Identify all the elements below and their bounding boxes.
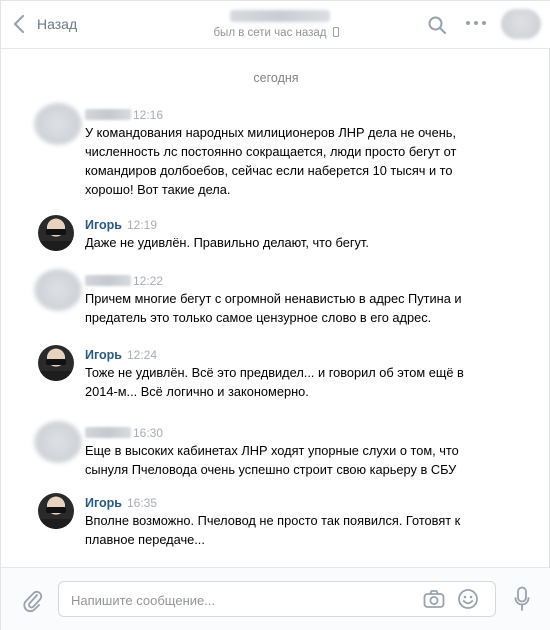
avatar-redacted[interactable] — [34, 421, 82, 463]
message-author[interactable]: Игорь — [85, 496, 122, 510]
message-time[interactable]: 16:35 — [127, 496, 157, 510]
author-name-redacted[interactable] — [85, 427, 131, 438]
avatar[interactable] — [38, 215, 74, 251]
message-input[interactable] — [71, 590, 401, 610]
message-history[interactable]: сегодня 12:16 У командования народных ми… — [1, 49, 550, 567]
peer-avatar[interactable] — [501, 9, 541, 39]
message-text: Вполне возможно. Пчеловод не просто так … — [85, 513, 461, 547]
chat-header: Назад был в сети час назад — [1, 1, 550, 49]
peer-status: был в сети час назад — [1, 27, 550, 39]
date-separator: сегодня — [253, 71, 299, 85]
message-text: У командования народных милиционеров ЛНР… — [85, 125, 457, 197]
message-author[interactable]: Игорь — [85, 348, 122, 362]
avatar[interactable] — [38, 345, 74, 381]
message-time[interactable]: 12:16 — [133, 108, 163, 122]
mobile-phone-icon — [332, 27, 339, 37]
peer-name-redacted[interactable] — [230, 10, 330, 22]
message-text: Тоже не удивлён. Всё это предвидел... и … — [85, 365, 464, 399]
avatar-redacted[interactable] — [34, 269, 82, 311]
smile-icon[interactable] — [457, 588, 479, 610]
peer-status-text: был в сети час назад — [213, 27, 327, 39]
author-name-redacted[interactable] — [85, 109, 131, 120]
message-input-box[interactable] — [58, 581, 496, 617]
message-time[interactable]: 16:30 — [133, 426, 163, 440]
message-time[interactable]: 12:19 — [127, 218, 157, 232]
message-composer — [1, 567, 550, 630]
more-dots-icon[interactable] — [466, 21, 486, 27]
message-time[interactable]: 12:24 — [127, 348, 157, 362]
message-text: Причем многие бегут с огромной ненависть… — [85, 291, 462, 325]
author-name-redacted[interactable] — [85, 275, 131, 286]
message-text: Даже не удивлён. Правильно делают, что б… — [85, 235, 369, 250]
chat-window: Назад был в сети час назад сегодня 12:16… — [0, 0, 550, 630]
paperclip-icon[interactable] — [21, 588, 43, 612]
message-time[interactable]: 12:22 — [133, 274, 163, 288]
camera-icon[interactable] — [423, 589, 445, 609]
microphone-icon[interactable] — [514, 586, 530, 612]
avatar-redacted[interactable] — [34, 103, 82, 145]
message-author[interactable]: Игорь — [85, 218, 122, 232]
search-icon[interactable] — [427, 15, 447, 35]
avatar[interactable] — [38, 493, 74, 529]
message-text: Еще в высоких кабинетах ЛНР ходят упорны… — [85, 443, 459, 477]
